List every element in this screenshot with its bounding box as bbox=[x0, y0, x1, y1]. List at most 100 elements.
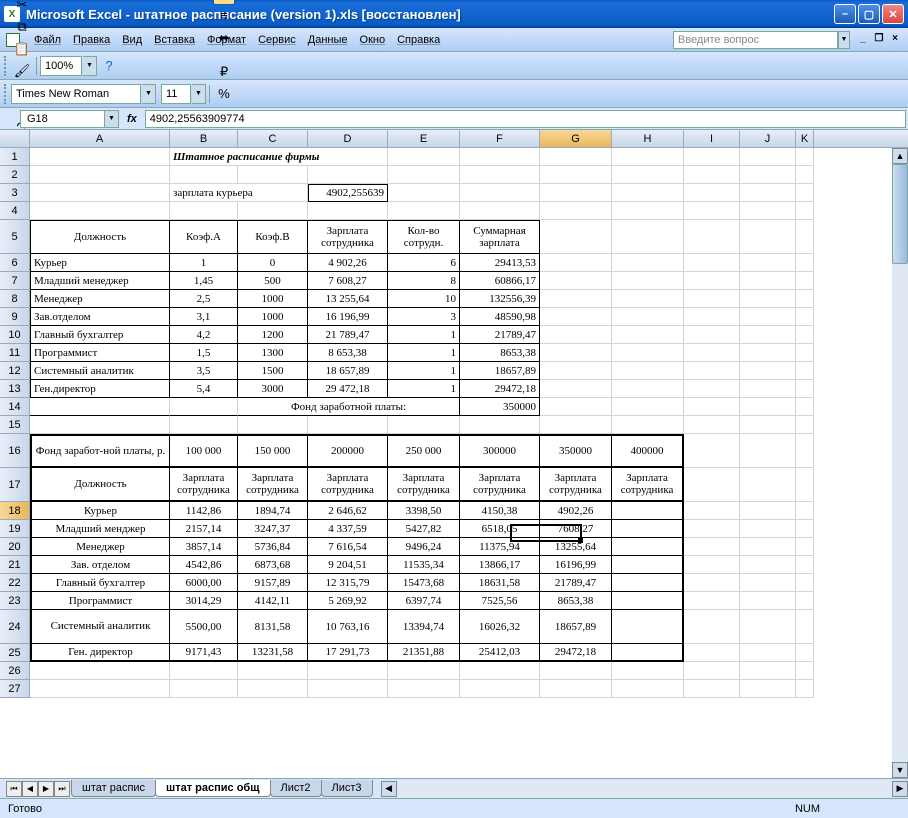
cell[interactable] bbox=[684, 326, 740, 344]
cell[interactable] bbox=[684, 220, 740, 254]
cell[interactable]: 5,4 bbox=[170, 380, 238, 398]
cell[interactable]: 500 bbox=[238, 272, 308, 290]
cell[interactable]: 18657,89 bbox=[540, 610, 612, 644]
cell[interactable] bbox=[740, 538, 796, 556]
cell[interactable] bbox=[612, 502, 684, 520]
col-header-D[interactable]: D bbox=[308, 130, 388, 147]
cell[interactable] bbox=[740, 434, 796, 468]
cell[interactable] bbox=[796, 398, 814, 416]
merge-icon[interactable]: ⬌ bbox=[213, 27, 235, 49]
cell[interactable] bbox=[796, 680, 814, 698]
cell[interactable]: 4 337,59 bbox=[308, 520, 388, 538]
cell[interactable]: 9 204,51 bbox=[308, 556, 388, 574]
cell[interactable]: 150 000 bbox=[238, 434, 308, 468]
menu-сервис[interactable]: Сервис bbox=[252, 31, 302, 49]
cell[interactable] bbox=[540, 362, 612, 380]
cell[interactable] bbox=[612, 220, 684, 254]
row-header-26[interactable]: 26 bbox=[0, 662, 30, 680]
cell[interactable]: 8653,38 bbox=[460, 344, 540, 362]
cell[interactable] bbox=[796, 344, 814, 362]
row-header-27[interactable]: 27 bbox=[0, 680, 30, 698]
cell[interactable] bbox=[388, 416, 460, 434]
cell[interactable]: 21789,47 bbox=[540, 574, 612, 592]
sheet-tab[interactable]: Лист3 bbox=[321, 780, 373, 797]
cell[interactable]: Штатное расписание фирмы bbox=[170, 148, 388, 166]
cell[interactable] bbox=[684, 556, 740, 574]
col-header-E[interactable]: E bbox=[388, 130, 460, 147]
cell[interactable]: 1000 bbox=[238, 308, 308, 326]
tab-first-icon[interactable]: ⏮ bbox=[6, 781, 22, 797]
row-header-8[interactable]: 8 bbox=[0, 290, 30, 308]
cell[interactable] bbox=[740, 592, 796, 610]
cell[interactable] bbox=[308, 166, 388, 184]
cell[interactable]: 8131,58 bbox=[238, 610, 308, 644]
vertical-scrollbar[interactable]: ▲ ▼ bbox=[892, 148, 908, 778]
align-right-icon[interactable]: ≡ bbox=[213, 5, 235, 27]
cell[interactable] bbox=[388, 662, 460, 680]
cell[interactable] bbox=[796, 308, 814, 326]
cell[interactable]: 16026,32 bbox=[460, 610, 540, 644]
cell[interactable] bbox=[740, 644, 796, 662]
cell[interactable] bbox=[238, 166, 308, 184]
cell[interactable] bbox=[684, 416, 740, 434]
cell[interactable] bbox=[612, 308, 684, 326]
cell[interactable]: 4902,255639 bbox=[308, 184, 388, 202]
cell[interactable]: 400000 bbox=[612, 434, 684, 468]
cell[interactable] bbox=[612, 202, 684, 220]
cell[interactable]: Младший менджер bbox=[30, 520, 170, 538]
cell[interactable] bbox=[238, 662, 308, 680]
align-center-icon[interactable]: ≡ bbox=[213, 0, 235, 5]
cell[interactable]: 11535,34 bbox=[388, 556, 460, 574]
cell[interactable] bbox=[740, 326, 796, 344]
cell[interactable]: 2 646,62 bbox=[308, 502, 388, 520]
row-header-19[interactable]: 19 bbox=[0, 520, 30, 538]
cell[interactable] bbox=[612, 380, 684, 398]
cell[interactable] bbox=[740, 362, 796, 380]
cell[interactable]: Программист bbox=[30, 344, 170, 362]
cell[interactable] bbox=[612, 166, 684, 184]
cell[interactable]: 12 315,79 bbox=[308, 574, 388, 592]
cell[interactable]: 4 902,26 bbox=[308, 254, 388, 272]
cell[interactable]: 1 bbox=[170, 254, 238, 272]
cell[interactable]: Коэф.В bbox=[238, 220, 308, 254]
cell[interactable]: 15473,68 bbox=[388, 574, 460, 592]
cell[interactable]: Менеджер bbox=[30, 290, 170, 308]
cell[interactable]: 3857,14 bbox=[170, 538, 238, 556]
cell[interactable]: 7 608,27 bbox=[308, 272, 388, 290]
cell[interactable] bbox=[540, 254, 612, 272]
cell[interactable]: 21 789,47 bbox=[308, 326, 388, 344]
cell[interactable] bbox=[684, 344, 740, 362]
cell[interactable]: 1 bbox=[388, 326, 460, 344]
cell[interactable]: зарплата курьера bbox=[170, 184, 308, 202]
menu-правка[interactable]: Правка bbox=[67, 31, 116, 49]
cell[interactable] bbox=[796, 610, 814, 644]
cell[interactable]: 1300 bbox=[238, 344, 308, 362]
cell[interactable] bbox=[796, 380, 814, 398]
cell[interactable] bbox=[684, 592, 740, 610]
cell[interactable] bbox=[796, 502, 814, 520]
cell[interactable] bbox=[740, 344, 796, 362]
cell[interactable] bbox=[30, 662, 170, 680]
row-header-1[interactable]: 1 bbox=[0, 148, 30, 166]
cell[interactable] bbox=[460, 184, 540, 202]
sheet-tab[interactable]: штат распис bbox=[71, 780, 156, 797]
cell[interactable] bbox=[740, 202, 796, 220]
cell[interactable] bbox=[796, 662, 814, 680]
cell[interactable]: Системный аналитик bbox=[30, 362, 170, 380]
cell[interactable] bbox=[796, 272, 814, 290]
col-header-B[interactable]: B bbox=[170, 130, 238, 147]
hscroll-right-icon[interactable]: ▶ bbox=[892, 781, 908, 797]
cell[interactable]: Зарплата сотрудника bbox=[540, 468, 612, 502]
cell[interactable] bbox=[170, 680, 238, 698]
cell[interactable] bbox=[238, 680, 308, 698]
cell[interactable] bbox=[612, 520, 684, 538]
cell[interactable] bbox=[170, 166, 238, 184]
cell[interactable] bbox=[612, 272, 684, 290]
row-header-5[interactable]: 5 bbox=[0, 220, 30, 254]
cell[interactable]: 17 291,73 bbox=[308, 644, 388, 662]
cell[interactable] bbox=[460, 662, 540, 680]
cell[interactable] bbox=[460, 680, 540, 698]
cell[interactable] bbox=[30, 166, 170, 184]
cell[interactable]: 13866,17 bbox=[460, 556, 540, 574]
cell[interactable] bbox=[170, 662, 238, 680]
